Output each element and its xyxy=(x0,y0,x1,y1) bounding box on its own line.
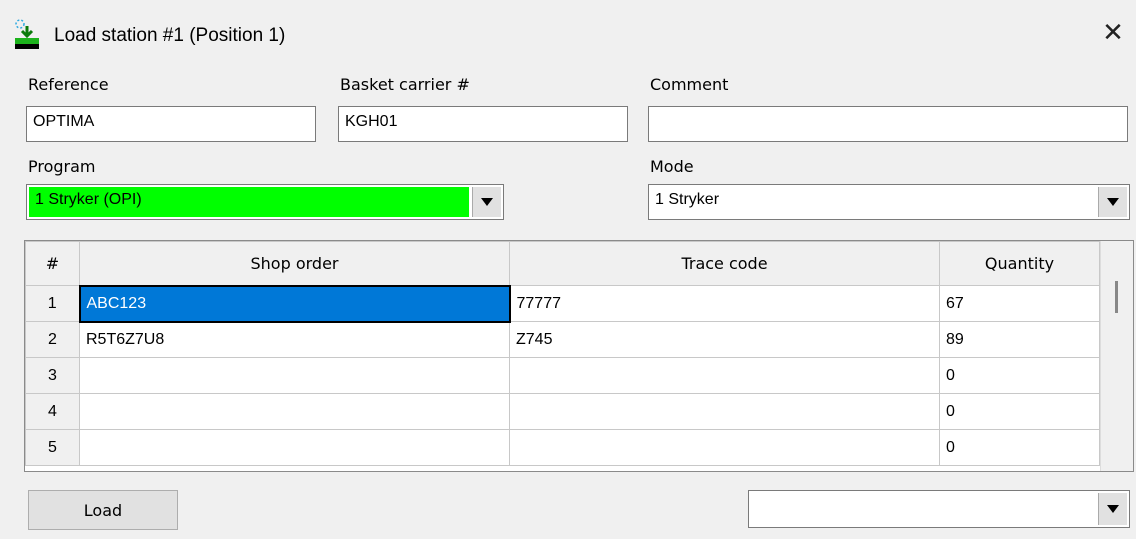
table-row: 5 0 xyxy=(25,429,1100,466)
shop-order-cell[interactable]: R5T6Z7U8 xyxy=(79,321,510,358)
shop-order-cell[interactable] xyxy=(79,357,510,394)
basket-carrier-label: Basket carrier # xyxy=(340,75,470,94)
row-number[interactable]: 1 xyxy=(25,285,80,322)
load-station-icon xyxy=(15,19,39,49)
comment-input[interactable] xyxy=(648,106,1128,142)
quantity-cell[interactable]: 0 xyxy=(939,357,1100,394)
program-label: Program xyxy=(28,157,96,176)
column-header-number[interactable]: # xyxy=(25,241,80,286)
mode-label: Mode xyxy=(650,157,694,176)
mode-select[interactable]: 1 Stryker xyxy=(648,184,1130,220)
program-value: 1 Stryker (OPI) xyxy=(35,191,142,208)
table-row: 3 0 xyxy=(25,357,1100,394)
chevron-down-icon xyxy=(1107,505,1119,513)
mode-dropdown-button[interactable] xyxy=(1098,187,1127,217)
quantity-cell[interactable]: 67 xyxy=(939,285,1100,322)
quantity-cell[interactable]: 0 xyxy=(939,429,1100,466)
row-number[interactable]: 2 xyxy=(25,321,80,358)
basket-carrier-input[interactable]: KGH01 xyxy=(338,106,628,142)
table-row: 1 ABC123 77777 67 xyxy=(25,284,1100,323)
shop-order-cell[interactable] xyxy=(79,393,510,430)
load-button[interactable]: Load xyxy=(28,490,178,530)
program-dropdown-button[interactable] xyxy=(472,187,501,217)
shop-order-cell[interactable]: ABC123 xyxy=(78,284,511,323)
trace-code-cell[interactable]: 77777 xyxy=(509,285,940,322)
comment-label: Comment xyxy=(650,75,729,94)
quantity-cell[interactable]: 0 xyxy=(939,393,1100,430)
reference-label: Reference xyxy=(28,75,109,94)
close-icon: ✕ xyxy=(1102,18,1124,48)
column-header-quantity[interactable]: Quantity xyxy=(939,241,1100,286)
mode-value: 1 Stryker xyxy=(655,191,720,208)
row-number[interactable]: 4 xyxy=(25,393,80,430)
row-number[interactable]: 3 xyxy=(25,357,80,394)
footer-select[interactable] xyxy=(748,490,1130,528)
table-row: 4 0 xyxy=(25,393,1100,430)
column-header-shop-order[interactable]: Shop order xyxy=(79,241,510,286)
trace-code-cell[interactable] xyxy=(509,393,940,430)
shop-order-cell[interactable] xyxy=(79,429,510,466)
vertical-scrollbar[interactable] xyxy=(1100,241,1133,471)
close-button[interactable]: ✕ xyxy=(1096,16,1130,50)
trace-code-cell[interactable]: Z745 xyxy=(509,321,940,358)
row-number[interactable]: 5 xyxy=(25,429,80,466)
column-header-trace-code[interactable]: Trace code xyxy=(509,241,940,286)
chevron-down-icon xyxy=(1107,198,1119,206)
grid-table: # Shop order Trace code Quantity 1 ABC12… xyxy=(25,241,1100,466)
window-title: Load station #1 (Position 1) xyxy=(54,25,286,46)
shop-order-grid[interactable]: # Shop order Trace code Quantity 1 ABC12… xyxy=(24,240,1134,472)
footer-dropdown-button[interactable] xyxy=(1098,493,1127,525)
reference-input[interactable]: OPTIMA xyxy=(26,106,316,142)
scrollbar-thumb[interactable] xyxy=(1115,281,1118,313)
quantity-cell[interactable]: 89 xyxy=(939,321,1100,358)
chevron-down-icon xyxy=(481,198,493,206)
trace-code-cell[interactable] xyxy=(509,357,940,394)
program-select[interactable]: 1 Stryker (OPI) xyxy=(26,184,504,220)
table-row: 2 R5T6Z7U8 Z745 89 xyxy=(25,321,1100,358)
grid-header-row: # Shop order Trace code Quantity xyxy=(25,241,1100,286)
trace-code-cell[interactable] xyxy=(509,429,940,466)
